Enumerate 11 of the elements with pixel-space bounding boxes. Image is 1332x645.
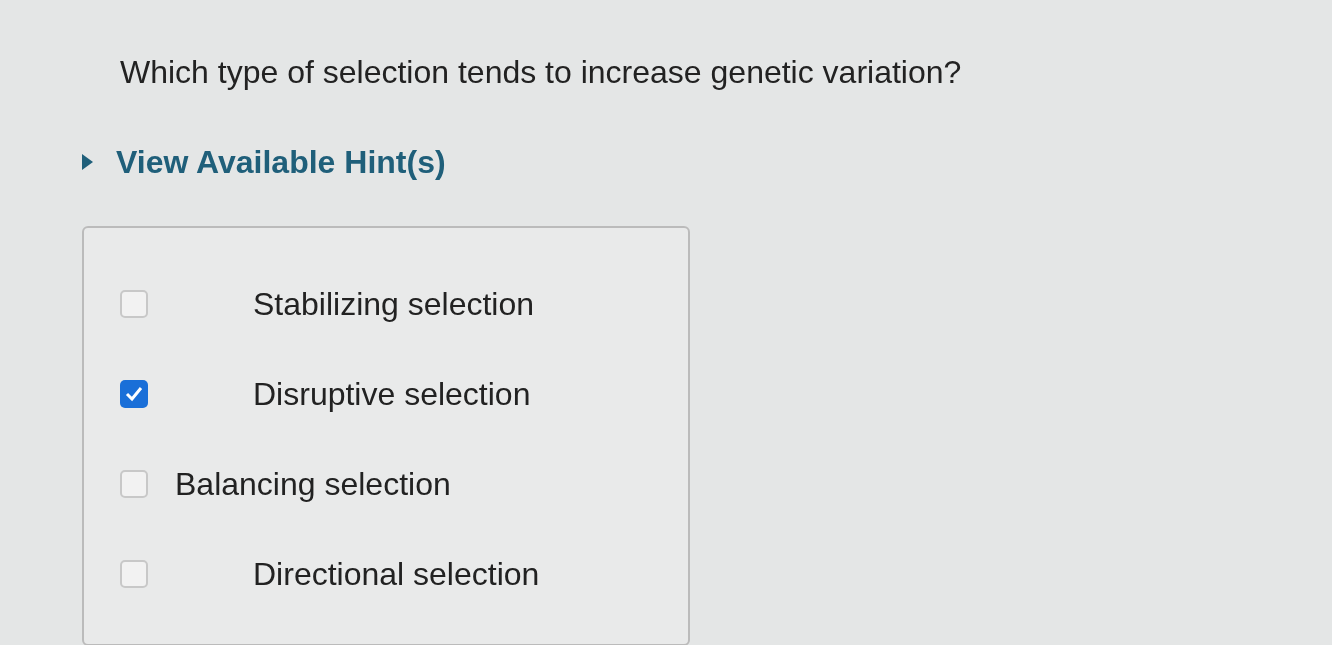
hints-link[interactable]: View Available Hint(s) xyxy=(80,138,446,186)
checkbox[interactable] xyxy=(120,380,148,408)
option-label[interactable]: Balancing selection xyxy=(175,460,451,508)
option-label[interactable]: Directional selection xyxy=(253,550,540,598)
checkmark-icon xyxy=(125,386,143,402)
checkbox[interactable] xyxy=(120,560,148,588)
option-label[interactable]: Stabilizing selection xyxy=(253,280,535,328)
checkbox[interactable] xyxy=(120,290,148,318)
question-text: Which type of selection tends to increase genetic variation? xyxy=(120,53,963,92)
checkbox[interactable] xyxy=(120,470,148,498)
option-label[interactable]: Disruptive selection xyxy=(253,370,531,418)
